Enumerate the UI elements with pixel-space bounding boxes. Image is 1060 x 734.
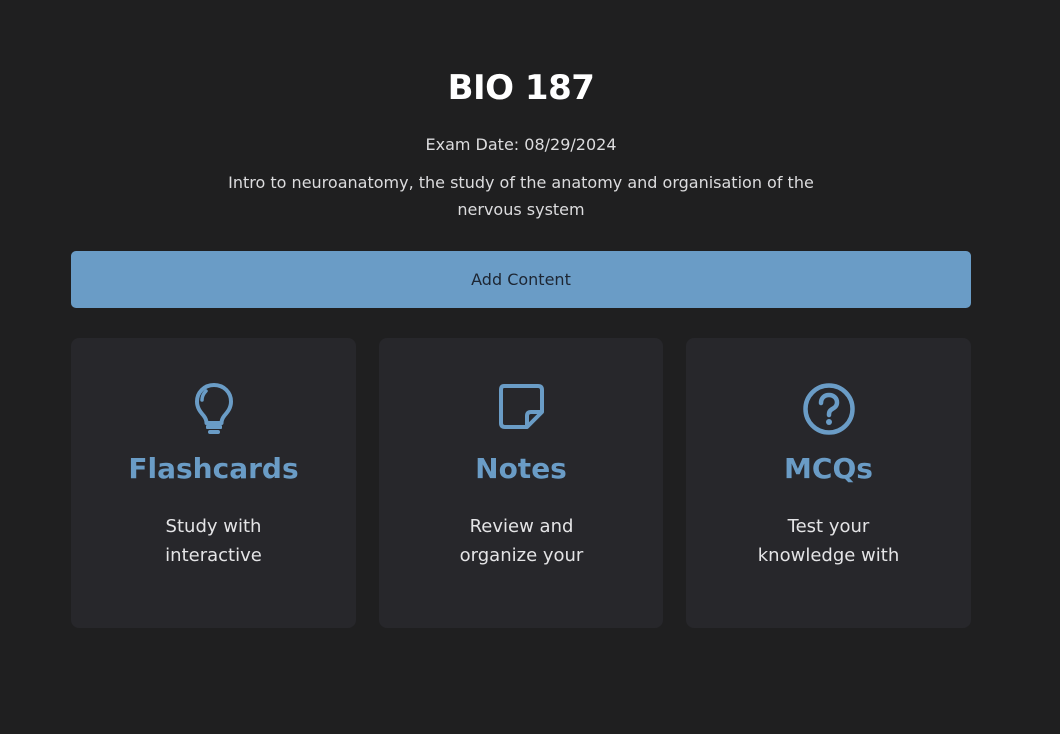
notes-card[interactable]: Notes Review and organize your	[379, 338, 663, 628]
mcqs-title: MCQs	[784, 452, 873, 485]
mcqs-description-line: Test your	[787, 516, 870, 537]
flashcards-description-line: interactive	[165, 545, 262, 566]
flashcards-description: Study with interactive	[111, 512, 316, 570]
flashcards-title: Flashcards	[128, 452, 299, 485]
exam-date: Exam Date: 08/29/2024	[425, 135, 617, 154]
course-description: Intro to neuroanatomy, the study of the …	[228, 173, 814, 219]
note-icon	[379, 382, 663, 438]
mcqs-card[interactable]: MCQs Test your knowledge with	[686, 338, 971, 628]
flashcards-description-line: Study with	[165, 516, 262, 537]
add-content-button[interactable]: Add Content	[71, 251, 971, 308]
notes-description-line: organize your	[459, 545, 584, 566]
notes-description: Review and organize your	[419, 512, 624, 570]
lightbulb-icon	[71, 382, 356, 438]
notes-title: Notes	[475, 452, 567, 485]
flashcards-card[interactable]: Flashcards Study with interactive	[71, 338, 356, 628]
mcqs-description-line: knowledge with	[757, 545, 900, 566]
page-title: BIO 187	[447, 68, 595, 108]
course-page: BIO 187 Exam Date: 08/29/2024 Intro to n…	[0, 0, 1060, 734]
notes-description-line: Review and	[469, 516, 574, 537]
mcqs-description: Test your knowledge with	[726, 512, 931, 570]
question-circle-icon	[686, 382, 971, 438]
